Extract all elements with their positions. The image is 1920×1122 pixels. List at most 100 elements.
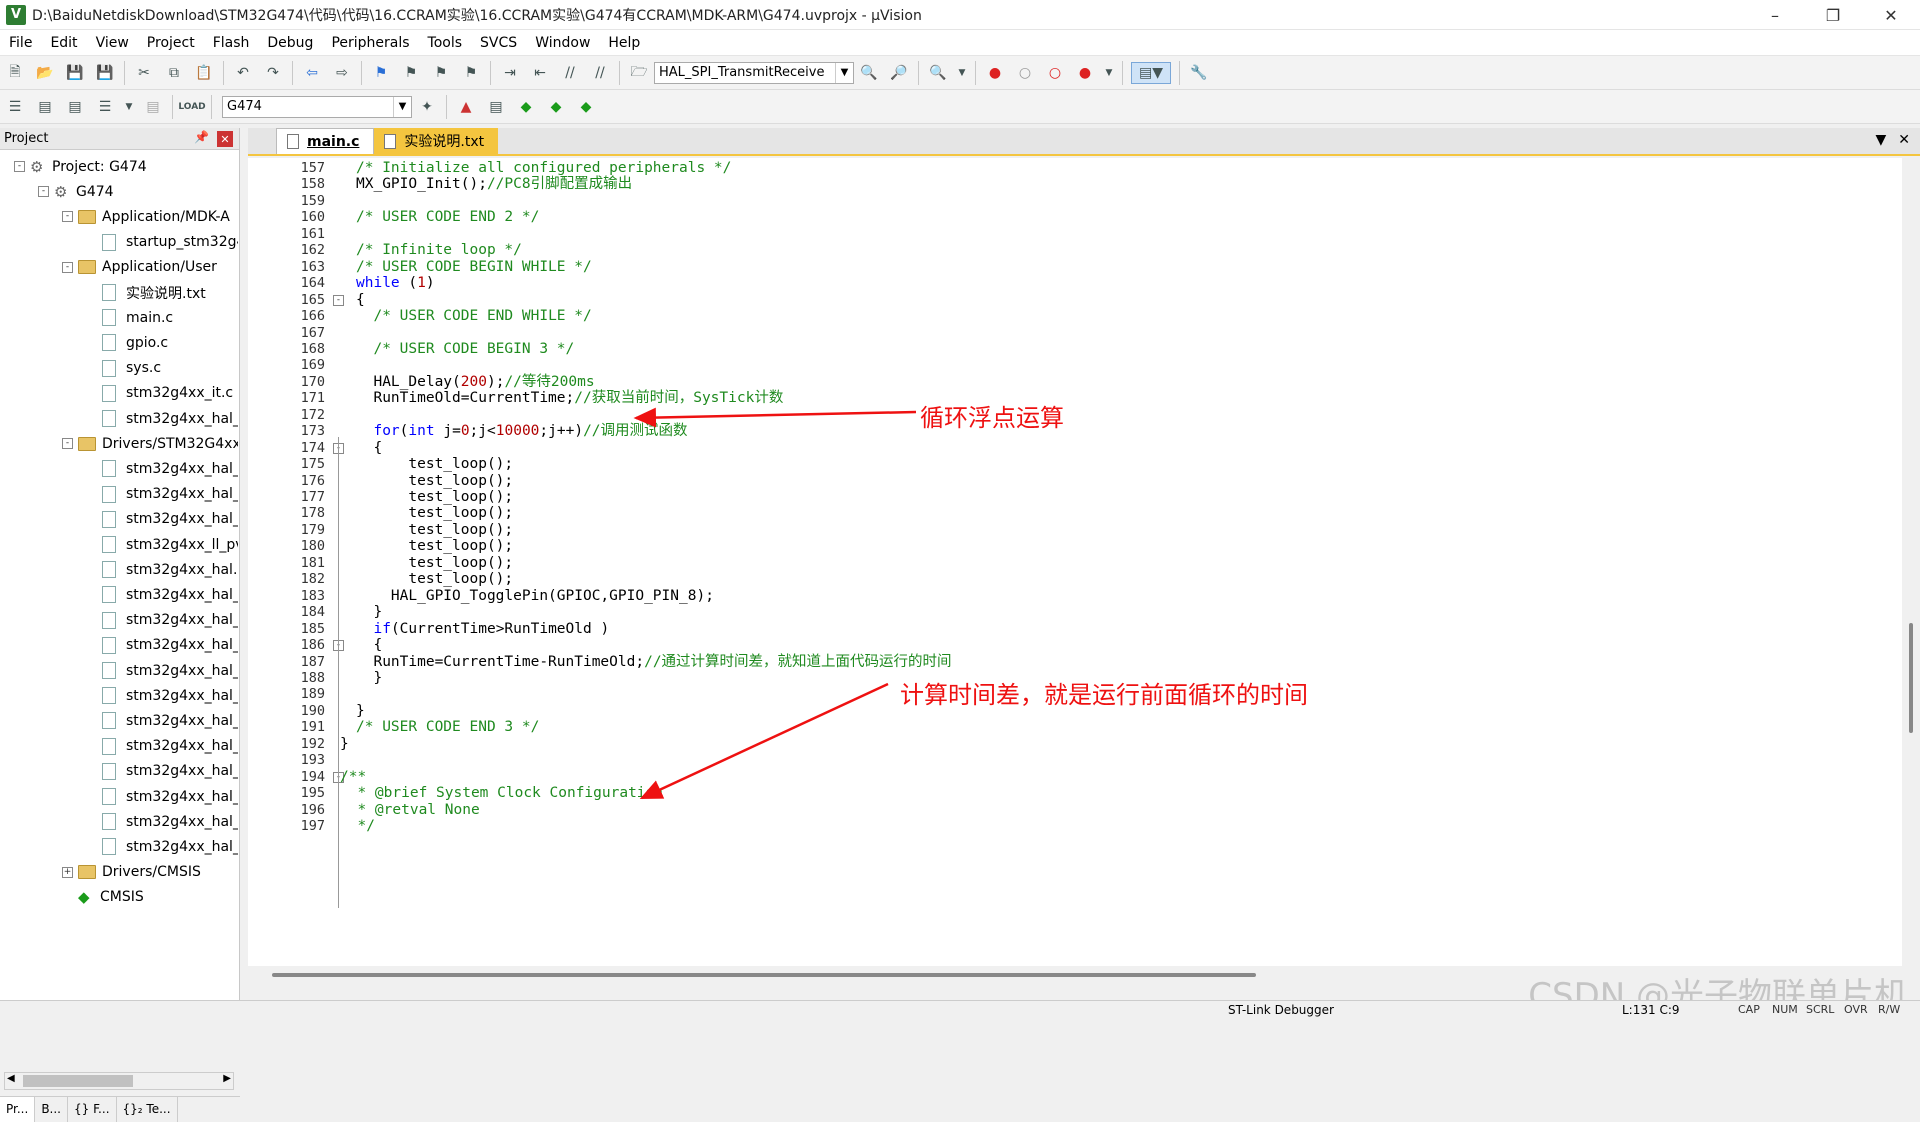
menu-flash[interactable]: Flash — [204, 30, 259, 56]
tab-readme-txt[interactable]: 实验说明.txt — [374, 128, 499, 154]
paste-icon[interactable]: 📋 — [193, 62, 215, 84]
scrollbar-thumb[interactable] — [23, 1075, 133, 1087]
nav-forward-icon[interactable]: ⇨ — [331, 62, 353, 84]
function-combo[interactable]: HAL_SPI_TransmitReceive ▼ — [654, 61, 854, 84]
stop-build-icon[interactable]: ▤ — [142, 96, 164, 118]
target-options-icon[interactable]: ✦ — [416, 96, 438, 118]
close-panel-icon[interactable]: ✕ — [217, 131, 233, 147]
minimize-button[interactable]: – — [1746, 0, 1804, 30]
tree-node[interactable]: ◆ CMSIS — [78, 885, 144, 910]
new-file-icon[interactable]: 🗎 — [4, 62, 26, 84]
tree-node[interactable]: stm32g4xx_hal_ — [102, 608, 238, 633]
tree-node[interactable]: - Application/User — [62, 255, 217, 280]
cut-icon[interactable]: ✂ — [133, 62, 155, 84]
menu-window[interactable]: Window — [526, 30, 599, 56]
disable-breakpoints-icon[interactable]: ○ — [1044, 62, 1066, 84]
tree-node[interactable]: stm32g4xx_hal_ — [102, 658, 238, 683]
tab-main-c[interactable]: main.c — [276, 128, 375, 154]
tree-node[interactable]: stm32g4xx_hal_ — [102, 456, 238, 481]
rebuild-icon[interactable]: ▤ — [64, 96, 86, 118]
collapse-icon[interactable]: - — [62, 211, 73, 223]
editor-vertical-scrollbar[interactable] — [1902, 158, 1920, 966]
chevron-down-icon[interactable]: ▼ — [835, 62, 853, 83]
prev-bookmark-icon[interactable]: ⚑ — [400, 62, 422, 84]
tab-project[interactable]: Pr... — [0, 1097, 36, 1122]
window-layout-icon[interactable]: ▤▼ — [1131, 61, 1171, 84]
select-packs-icon[interactable]: ◆ — [515, 96, 537, 118]
manage-multi-project-icon[interactable]: ▤ — [485, 96, 507, 118]
tree-node[interactable]: 实验说明.txt — [102, 280, 206, 305]
unindent-icon[interactable]: ⇤ — [529, 62, 551, 84]
dropdown-arrow-icon[interactable]: ▼ — [957, 62, 967, 84]
close-tab-icon[interactable]: ✕ — [1898, 132, 1910, 148]
menu-svcs[interactable]: SVCS — [471, 30, 526, 56]
debug-session-icon[interactable]: 🔍 — [927, 62, 949, 84]
kill-breakpoints-icon[interactable]: ● — [1074, 62, 1096, 84]
insert-breakpoint-icon[interactable]: ● — [984, 62, 1006, 84]
tree-node[interactable]: sys.c — [102, 356, 161, 381]
tree-horizontal-scrollbar[interactable]: ◀ ▶ — [4, 1072, 234, 1090]
next-bookmark-icon[interactable]: ⚑ — [430, 62, 452, 84]
pack-installer-icon[interactable]: ◆ — [575, 96, 597, 118]
clear-bookmarks-icon[interactable]: ⚑ — [460, 62, 482, 84]
collapse-icon[interactable]: - — [38, 186, 49, 198]
translate-icon[interactable]: ☰ — [4, 96, 26, 118]
collapse-icon[interactable]: - — [14, 161, 25, 172]
scroll-left-icon[interactable]: ◀ — [7, 1073, 15, 1084]
menu-help[interactable]: Help — [599, 30, 649, 56]
scrollbar-thumb[interactable] — [1909, 623, 1913, 733]
tree-node[interactable]: stm32g4xx_hal_ — [102, 834, 238, 859]
tree-node[interactable]: stm32g4xx_hal_ — [102, 582, 238, 607]
nav-back-icon[interactable]: ⇦ — [301, 62, 323, 84]
tab-templates[interactable]: {}₂ Te... — [117, 1097, 178, 1122]
tree-node[interactable]: + Drivers/CMSIS — [62, 860, 201, 885]
find-in-files-icon[interactable]: 🗁 — [628, 62, 650, 84]
menu-tools[interactable]: Tools — [419, 30, 472, 56]
tab-books[interactable]: B... — [35, 1097, 68, 1122]
tree-node[interactable]: stm32g4xx_ll_pv — [102, 532, 238, 557]
tree-node[interactable]: stm32g4xx_hal_ — [102, 683, 238, 708]
collapse-icon[interactable]: - — [62, 261, 73, 273]
configure-wrench-icon[interactable]: 🔧 — [1188, 62, 1210, 84]
scroll-right-icon[interactable]: ▶ — [223, 1073, 231, 1084]
uncomment-icon[interactable]: // — [589, 62, 611, 84]
tab-functions[interactable]: {} F... — [68, 1097, 117, 1122]
code-editor[interactable]: 197 */196 * @retval None 195 * @brief Sys… — [248, 158, 1902, 966]
chevron-down-icon[interactable]: ▼ — [393, 96, 411, 117]
undo-icon[interactable]: ↶ — [232, 62, 254, 84]
menu-view[interactable]: View — [87, 30, 138, 56]
menu-edit[interactable]: Edit — [41, 30, 86, 56]
batch-build-icon[interactable]: ☰ — [94, 96, 116, 118]
pin-icon[interactable]: 📌 — [194, 130, 209, 144]
find-icon[interactable]: 🔎 — [888, 62, 910, 84]
target-combo[interactable]: G474 ▼ — [222, 95, 412, 118]
tree-node[interactable]: stm32g4xx_hal_ — [102, 734, 238, 759]
save-all-icon[interactable]: 💾 — [94, 62, 116, 84]
tree-node[interactable]: stm32g4xx_hal.c — [102, 557, 238, 582]
redo-icon[interactable]: ↷ — [262, 62, 284, 84]
tree-node[interactable]: main.c — [102, 305, 173, 330]
build-icon[interactable]: ▤ — [34, 96, 56, 118]
tree-node[interactable]: - ⚙ Project: G474 — [14, 154, 147, 179]
tree-node[interactable]: stm32g4xx_hal_ — [102, 759, 238, 784]
bookmark-icon[interactable]: ⚑ — [370, 62, 392, 84]
tree-node[interactable]: stm32g4xx_hal_ — [102, 406, 238, 431]
menu-debug[interactable]: Debug — [258, 30, 322, 56]
save-icon[interactable]: 💾 — [64, 62, 86, 84]
tree-node[interactable]: stm32g4xx_hal_ — [102, 482, 238, 507]
tree-node[interactable]: stm32g4xx_it.c — [102, 381, 233, 406]
menu-project[interactable]: Project — [138, 30, 204, 56]
comment-icon[interactable]: // — [559, 62, 581, 84]
enable-breakpoint-icon[interactable]: ○ — [1014, 62, 1036, 84]
expand-icon[interactable]: + — [62, 866, 73, 878]
manage-rte-icon[interactable]: ◆ — [545, 96, 567, 118]
tree-node[interactable]: stm32g4xx_hal_ — [102, 784, 238, 809]
tree-node[interactable]: stm32g4xx_hal_ — [102, 708, 238, 733]
tree-node[interactable]: startup_stm32g4 — [102, 230, 238, 255]
tree-node[interactable]: - Drivers/STM32G4xx_ — [62, 431, 238, 456]
indent-icon[interactable]: ⇥ — [499, 62, 521, 84]
tree-node[interactable]: gpio.c — [102, 330, 168, 355]
tree-node[interactable]: stm32g4xx_hal_ — [102, 507, 238, 532]
close-window-button[interactable]: ✕ — [1862, 0, 1920, 30]
tree-node[interactable]: - ⚙ G474 — [38, 179, 114, 204]
